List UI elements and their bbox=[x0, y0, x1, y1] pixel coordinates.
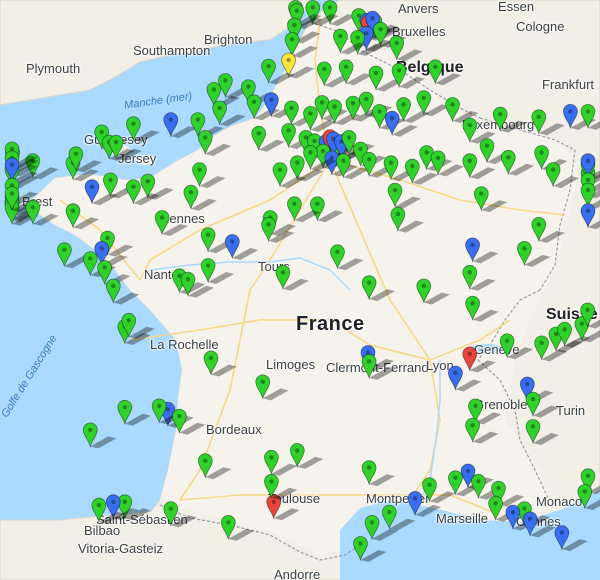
map-pin-blue[interactable] bbox=[522, 511, 557, 538]
map-pin-green[interactable] bbox=[154, 210, 189, 237]
map-pin-green[interactable] bbox=[462, 153, 496, 180]
map-pin-green[interactable] bbox=[192, 162, 226, 189]
map-pin-green[interactable] bbox=[381, 504, 416, 531]
map-pin-green[interactable] bbox=[353, 536, 387, 563]
map-pin-green[interactable] bbox=[427, 59, 462, 86]
map-pin-green[interactable] bbox=[499, 333, 534, 360]
map-pin-green[interactable] bbox=[171, 408, 206, 435]
map-pin-green[interactable] bbox=[462, 264, 496, 291]
map-pin-green[interactable] bbox=[25, 199, 59, 226]
map-pin-green[interactable] bbox=[220, 515, 255, 541]
map-pin-green[interactable] bbox=[391, 62, 425, 89]
map-pin-green[interactable] bbox=[212, 100, 246, 127]
map-pin-green[interactable] bbox=[203, 350, 237, 377]
map-pin-blue[interactable] bbox=[554, 525, 588, 552]
map-pin-green[interactable] bbox=[492, 106, 527, 133]
map-pin-green[interactable] bbox=[473, 186, 508, 213]
map-pin-green[interactable] bbox=[197, 130, 232, 156]
marker-layer bbox=[4, 0, 600, 563]
map-pin-blue[interactable] bbox=[224, 234, 259, 261]
map-pin-green[interactable] bbox=[500, 149, 535, 176]
map-pin-green[interactable] bbox=[361, 275, 396, 302]
map-pin-green[interactable] bbox=[465, 295, 499, 322]
map-pin-green[interactable] bbox=[82, 422, 117, 449]
map-pin-red[interactable] bbox=[462, 346, 496, 373]
map-pin-red[interactable] bbox=[266, 494, 300, 521]
map-pin-green[interactable] bbox=[416, 278, 450, 305]
map-pin-green[interactable] bbox=[275, 264, 309, 291]
map-pin-green[interactable] bbox=[330, 244, 364, 271]
map-pin-green[interactable] bbox=[517, 241, 551, 267]
map-pin-green[interactable] bbox=[525, 419, 559, 446]
map-pin-green[interactable] bbox=[200, 258, 235, 285]
map-pin-green[interactable] bbox=[289, 443, 324, 469]
map-pin-green[interactable] bbox=[309, 196, 344, 223]
map-pin-green[interactable] bbox=[125, 116, 160, 143]
map-pin-green[interactable] bbox=[361, 460, 396, 487]
map-pin-green[interactable] bbox=[197, 453, 232, 480]
map-pin-green[interactable] bbox=[545, 162, 580, 189]
map-pin-green[interactable] bbox=[390, 206, 424, 233]
map-pin-green[interactable] bbox=[183, 184, 217, 211]
map-pin-green[interactable] bbox=[251, 125, 285, 152]
map-pin-green[interactable] bbox=[322, 0, 356, 27]
map-pin-green[interactable] bbox=[531, 217, 565, 243]
map-pin-green[interactable] bbox=[338, 59, 373, 86]
map-pin-blue[interactable] bbox=[407, 491, 442, 517]
map-pin-green[interactable] bbox=[163, 501, 197, 528]
map-pin-green[interactable] bbox=[105, 278, 140, 305]
map-pin-green[interactable] bbox=[387, 182, 421, 209]
map-pin-green[interactable] bbox=[531, 109, 565, 136]
map-pin-green[interactable] bbox=[65, 203, 99, 230]
map-pin-green[interactable] bbox=[117, 399, 151, 426]
map-pin-green[interactable] bbox=[255, 374, 289, 401]
map-pin-green[interactable] bbox=[389, 35, 423, 62]
map-view[interactable]: Anvers Essen Bruxelles Cologne Belgique … bbox=[0, 0, 600, 580]
map-pin-blue[interactable] bbox=[465, 237, 499, 264]
